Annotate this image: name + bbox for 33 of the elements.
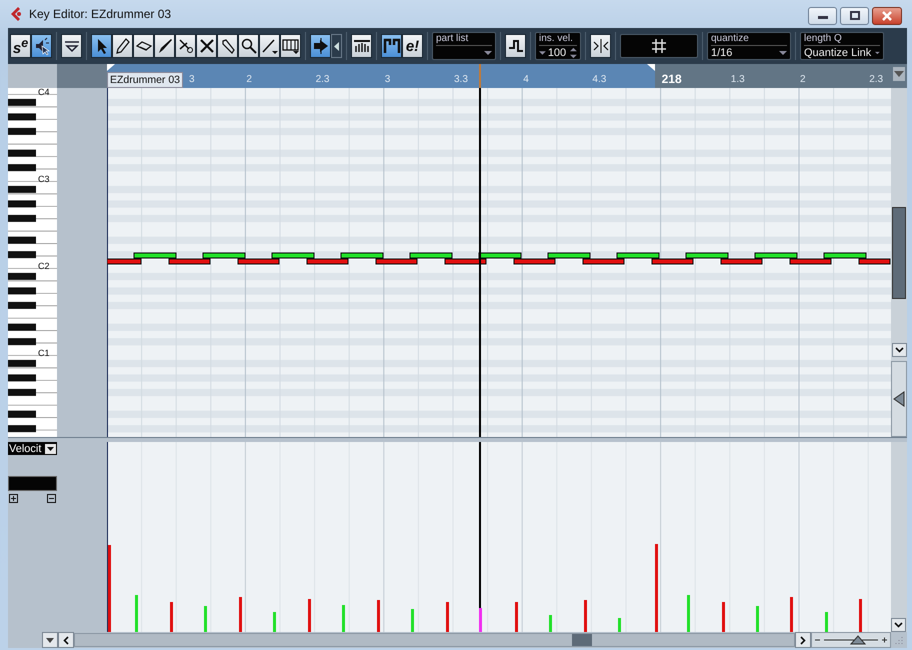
controller-dropdown[interactable]: Velocit [8,442,57,455]
field-label: ins. vel. [539,33,577,46]
ruler-label: 4.3 [592,74,606,85]
field-label: quantize [711,33,787,46]
field-value: 1/16 [711,46,732,58]
field-value: 100 [548,47,566,59]
piano-keyboard-drawing[interactable]: C4 C3 C2 C1 [8,88,57,437]
ruler-label: 4 [523,74,529,85]
field-label: part list [436,33,492,46]
window-title: Key Editor: EZdrummer 03 [29,7,172,21]
toolbar-button[interactable]: s$^{e}$ [10,34,31,58]
field-label: length Q [804,33,880,46]
ruler-label: 3.3 [454,74,468,85]
ruler-label: 3 [189,74,195,85]
key-label: C3 [38,174,50,184]
ruler-label: 218 [662,72,682,86]
ruler-label: 2 [246,74,252,85]
key-label: C4 [38,88,50,97]
ruler-label: 3 [384,74,390,85]
ruler-label: 2.3 [316,74,330,85]
ruler-label: 1.3 [730,74,745,85]
dropdown-field[interactable]: length Q Quantize Link [800,32,884,60]
dropdown-field[interactable]: part list [432,32,496,60]
field-value: Quantize Link [804,46,872,58]
toolbar-button[interactable]: e! [402,34,423,58]
key-label: C2 [38,261,50,271]
key-label: C1 [38,348,50,358]
dropdown-field[interactable]: quantize 1/16 [707,32,791,60]
spin-field[interactable]: ins. vel. 100 [535,32,581,60]
timeline-ruler[interactable]: EZdrummer 03 3 2 2.3 3 3.3 4 4.3 218 1.3 2 2.3 [107,64,907,88]
ruler-label: 2.3 [869,74,884,85]
ruler-label: 2 [800,74,806,85]
part-name-label: EZdrummer 03 [107,72,184,88]
